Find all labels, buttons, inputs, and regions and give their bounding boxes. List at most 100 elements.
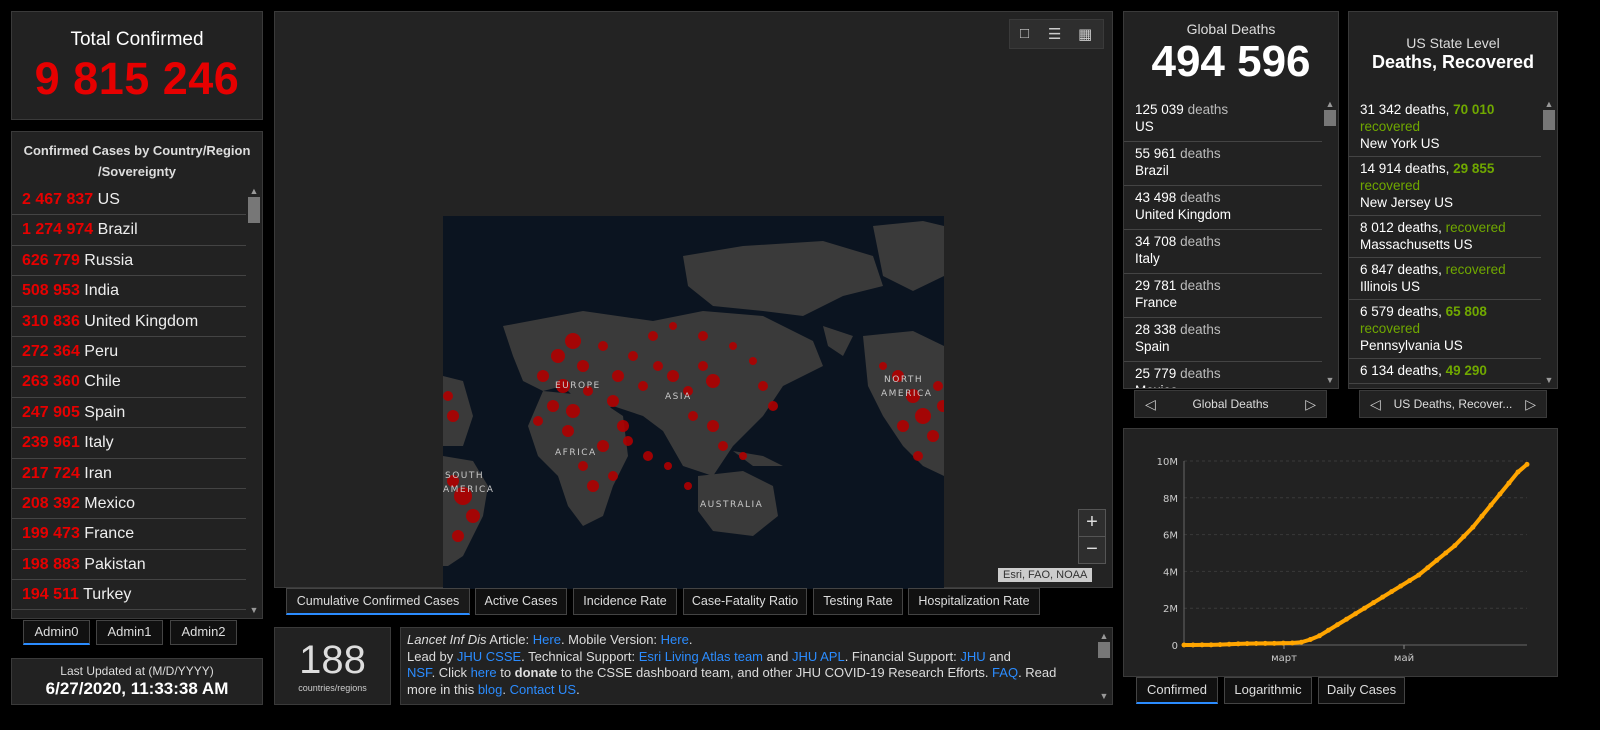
global-deaths-list[interactable]: 125 039 deaths US 55 961 deaths Brazil 43 49…	[1124, 98, 1322, 388]
scroll-up-icon[interactable]: ▲	[1323, 98, 1337, 110]
basemap-gallery-icon[interactable]: ▦	[1078, 25, 1092, 43]
case-bubble[interactable]	[608, 471, 618, 481]
case-bubble[interactable]	[452, 530, 464, 542]
data-point[interactable]	[1479, 513, 1485, 519]
scroll-down-icon[interactable]: ▼	[1097, 690, 1111, 702]
data-point[interactable]	[1334, 622, 1340, 628]
scroll-thumb[interactable]	[1324, 110, 1336, 126]
tab-case-fatality[interactable]: Case-Fatality Ratio	[683, 588, 807, 615]
scroll-thumb[interactable]	[1543, 110, 1555, 130]
case-bubble[interactable]	[577, 360, 589, 372]
case-bubble[interactable]	[628, 351, 638, 361]
data-point[interactable]	[1380, 594, 1386, 600]
data-point[interactable]	[1488, 502, 1494, 508]
state-row[interactable]: 8 012 deaths, recovered Massachusetts US	[1349, 216, 1541, 258]
data-point[interactable]	[1199, 642, 1205, 648]
data-point[interactable]	[1398, 583, 1404, 589]
data-point[interactable]	[1353, 611, 1358, 617]
case-bubble[interactable]	[698, 361, 708, 371]
death-row[interactable]: 43 498 deaths United Kingdom	[1124, 186, 1322, 230]
tab-admin2[interactable]: Admin2	[170, 620, 237, 645]
case-bubble[interactable]	[749, 357, 757, 365]
case-bubble[interactable]	[653, 361, 663, 371]
data-point[interactable]	[1289, 640, 1295, 646]
scroll-down-icon[interactable]: ▼	[1323, 374, 1337, 386]
data-point[interactable]	[1271, 640, 1277, 646]
data-point[interactable]	[1262, 640, 1268, 646]
bookmark-icon[interactable]: □	[1020, 25, 1029, 42]
state-row[interactable]: 6 847 deaths, recovered Illinois US	[1349, 258, 1541, 300]
country-cases-list[interactable]: 2 467 837 US 1 274 974 Brazil 626 779 Russ…	[12, 185, 246, 618]
case-bubble[interactable]	[927, 430, 939, 442]
death-row[interactable]: 125 039 deaths US	[1124, 98, 1322, 142]
jhu-link[interactable]: JHU	[960, 649, 985, 664]
data-point[interactable]	[1434, 557, 1440, 563]
data-point[interactable]	[1316, 633, 1322, 639]
case-bubble[interactable]	[758, 381, 768, 391]
data-point[interactable]	[1307, 636, 1313, 642]
nsf-link[interactable]: NSF	[407, 665, 432, 680]
world-map[interactable]: EUROPE ASIA NORTH AMERICA AFRICA SOUTH A…	[443, 216, 944, 589]
death-row[interactable]: 55 961 deaths Brazil	[1124, 142, 1322, 186]
tab-cumulative-confirmed[interactable]: Cumulative Confirmed Cases	[286, 588, 470, 615]
chevron-left-icon[interactable]: ◁	[1370, 391, 1381, 417]
state-row[interactable]: 14 914 deaths, 29 855 recovered New Jersey…	[1349, 157, 1541, 216]
country-row[interactable]: 2 467 837 US	[12, 185, 246, 216]
tab-daily-cases[interactable]: Daily Cases	[1318, 677, 1405, 704]
data-point[interactable]	[1443, 550, 1449, 556]
case-bubble[interactable]	[684, 482, 692, 490]
case-bubble[interactable]	[669, 322, 677, 330]
data-point[interactable]	[1389, 589, 1395, 595]
country-row[interactable]: 626 779 Russia	[12, 246, 246, 277]
data-point[interactable]	[1280, 640, 1286, 646]
case-bubble[interactable]	[643, 451, 653, 461]
data-point[interactable]	[1253, 641, 1259, 647]
tab-incidence-rate[interactable]: Incidence Rate	[573, 588, 677, 615]
jhu-apl-link[interactable]: JHU APL	[792, 649, 845, 664]
case-bubble[interactable]	[739, 452, 747, 460]
state-row[interactable]: 6 134 deaths, 49 290	[1349, 359, 1541, 384]
us-states-list[interactable]: 31 342 deaths, 70 010 recovered New York U…	[1349, 98, 1541, 388]
case-bubble[interactable]	[913, 451, 923, 461]
case-bubble[interactable]	[933, 381, 943, 391]
data-point[interactable]	[1371, 600, 1377, 606]
death-row[interactable]: 28 338 deaths Spain	[1124, 318, 1322, 362]
data-point[interactable]	[1515, 469, 1521, 475]
scroll-down-icon[interactable]: ▼	[247, 604, 261, 616]
data-point[interactable]	[1208, 642, 1214, 648]
donate-here-link[interactable]: here	[471, 665, 497, 680]
data-point[interactable]	[1226, 641, 1232, 647]
case-bubble[interactable]	[706, 374, 720, 388]
faq-link[interactable]: FAQ	[992, 665, 1018, 680]
country-row[interactable]: 239 961 Italy	[12, 428, 246, 459]
scroll-up-icon[interactable]: ▲	[1097, 630, 1111, 642]
case-bubble[interactable]	[648, 331, 658, 341]
case-bubble[interactable]	[718, 441, 728, 451]
case-bubble[interactable]	[578, 461, 588, 471]
legend-list-icon[interactable]: ☰	[1048, 25, 1061, 43]
data-point[interactable]	[1298, 639, 1304, 645]
case-bubble[interactable]	[612, 370, 624, 382]
states-list-scrollbar[interactable]: ▲ ▼	[1542, 98, 1556, 386]
chevron-right-icon[interactable]: ▷	[1525, 391, 1536, 417]
case-bubble[interactable]	[897, 420, 909, 432]
country-row[interactable]: 198 883 Pakistan	[12, 550, 246, 581]
case-bubble[interactable]	[915, 408, 931, 424]
data-point[interactable]	[1452, 543, 1458, 549]
country-row[interactable]: 508 953 India	[12, 276, 246, 307]
tab-admin0[interactable]: Admin0	[23, 620, 90, 645]
data-point[interactable]	[1407, 578, 1413, 584]
country-list-scrollbar[interactable]: ▲ ▼	[247, 185, 261, 616]
jhu-csse-link[interactable]: JHU CSSE	[457, 649, 521, 664]
case-bubble[interactable]	[447, 410, 459, 422]
zoom-in-button[interactable]: +	[1078, 509, 1106, 537]
blog-link[interactable]: blog	[478, 682, 503, 697]
case-bubble[interactable]	[707, 420, 719, 432]
case-bubble[interactable]	[688, 411, 698, 421]
case-bubble[interactable]	[547, 400, 559, 412]
case-bubble[interactable]	[623, 436, 633, 446]
case-bubble[interactable]	[597, 440, 609, 452]
state-row[interactable]: 6 579 deaths, 65 808 recovered Pennsylvani…	[1349, 300, 1541, 359]
country-row[interactable]: 310 836 United Kingdom	[12, 307, 246, 337]
mobile-version-link[interactable]: Here	[661, 632, 689, 647]
